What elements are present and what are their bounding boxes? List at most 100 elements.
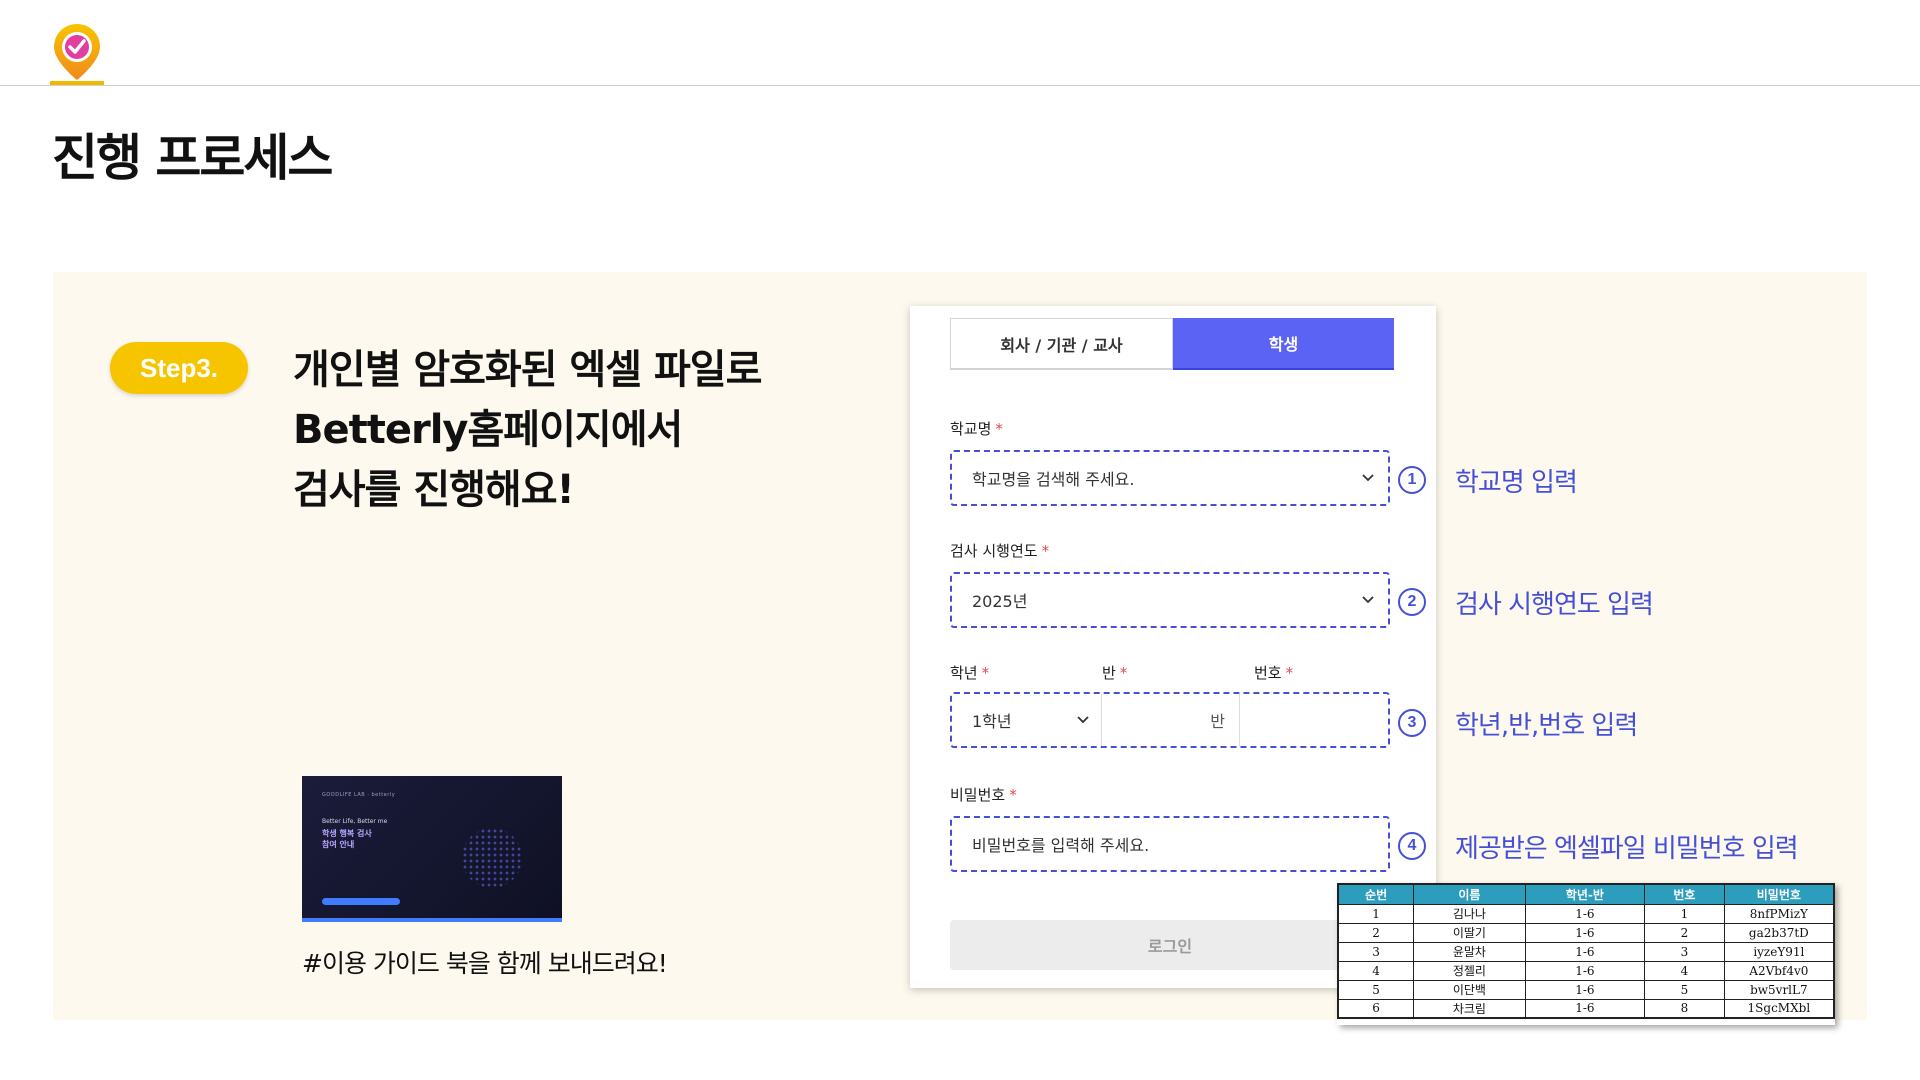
annotation-label: 학교명 입력	[1455, 468, 1578, 498]
school-label: 학교명 *	[950, 418, 1003, 439]
annotation-label: 제공받은 엑셀파일 비밀번호 입력	[1455, 834, 1799, 864]
table-cell: ga2b37tD	[1723, 922, 1835, 943]
table-cell: 이단백	[1413, 979, 1526, 1000]
table-cell: 1-6	[1524, 941, 1646, 962]
number-label: 번호 *	[1254, 662, 1293, 683]
table-cell: 1SgcMXbl	[1723, 998, 1835, 1019]
table-cell: 1-6	[1524, 903, 1646, 924]
chevron-down-icon	[1362, 452, 1374, 504]
table-cell: 4	[1337, 960, 1415, 981]
login-button[interactable]: 로그인	[950, 920, 1390, 970]
thumbnail-button	[322, 898, 400, 905]
header-divider	[0, 85, 1920, 86]
grade-label-text: 학년	[950, 664, 978, 682]
table-cell: 8	[1644, 998, 1725, 1019]
column-header: 비밀번호	[1723, 883, 1835, 905]
thumbnail-title: 학생 행복 검사	[322, 829, 372, 838]
page-title: 진행 프로세스	[52, 129, 333, 187]
step-badge: Step3.	[110, 342, 248, 394]
year-value: 2025년	[972, 592, 1028, 611]
grade-class-number-group: 1학년 반	[950, 692, 1390, 748]
chevron-down-icon	[1077, 694, 1089, 746]
guide-caption: #이용 가이드 북을 함께 보내드려요!	[302, 949, 668, 978]
guide-book-thumbnail: GOODLIFE LAB · betterly Better Life, Bet…	[302, 776, 562, 922]
annotation-label: 학년,반,번호 입력	[1455, 711, 1638, 741]
thumbnail-dot-pattern	[462, 828, 522, 888]
password-label-text: 비밀번호	[950, 786, 1006, 804]
table-row: 6 차크림 1-6 8 1SgcMXbl	[1337, 998, 1835, 1019]
table-cell: 1-6	[1524, 979, 1646, 1000]
table-cell: 6	[1337, 998, 1415, 1019]
column-header: 학년-반	[1524, 883, 1646, 905]
table-cell: 1-6	[1524, 960, 1646, 981]
table-cell: bw5vrlL7	[1723, 979, 1835, 1000]
table-row: 3 윤말차 1-6 3 iyzeY91l	[1337, 941, 1835, 962]
table-cell: 이딸기	[1413, 922, 1526, 943]
class-input[interactable]: 반	[1102, 694, 1240, 746]
grade-value: 1학년	[972, 712, 1012, 731]
headline-line: 검사를 진행해요!	[293, 467, 575, 513]
password-input[interactable]: 비밀번호를 입력해 주세요.	[950, 816, 1390, 872]
year-label-text: 검사 시행연도	[950, 542, 1038, 560]
table-cell: 1-6	[1524, 922, 1646, 943]
class-suffix: 반	[1210, 712, 1225, 731]
required-mark: *	[1119, 664, 1128, 682]
year-label: 검사 시행연도 *	[950, 540, 1049, 561]
required-mark: *	[1285, 664, 1294, 682]
table-row: 5 이단백 1-6 5 bw5vrlL7	[1337, 979, 1835, 1000]
grade-select[interactable]: 1학년	[952, 694, 1102, 746]
required-mark: *	[1009, 786, 1017, 804]
step-number-badge: 1	[1398, 466, 1426, 494]
number-input[interactable]	[1240, 694, 1388, 746]
thumbnail-tagline: Better Life, Better me	[322, 818, 388, 825]
table-row: 4 정젤리 1-6 4 A2Vbf4v0	[1337, 960, 1835, 981]
column-header: 이름	[1413, 883, 1526, 905]
step-number-badge: 4	[1398, 832, 1426, 860]
required-mark: *	[995, 420, 1003, 438]
column-header: 번호	[1644, 883, 1725, 905]
password-table-grid: 순번 이름 학년-반 번호 비밀번호 1 김나나 1-6 1 8nfPMizY …	[1337, 883, 1835, 1019]
table-cell: 4	[1644, 960, 1725, 981]
tab-company-institution-teacher[interactable]: 회사 / 기관 / 교사	[950, 318, 1173, 370]
table-cell: 1-6	[1524, 998, 1646, 1019]
table-cell: 1	[1337, 903, 1415, 924]
required-mark: *	[981, 664, 990, 682]
step-number-badge: 3	[1398, 709, 1426, 737]
step-headline: 개인별 암호화된 엑셀 파일로 Betterly홈페이지에서 검사를 진행해요!	[293, 340, 762, 520]
table-cell: 5	[1337, 979, 1415, 1000]
class-label-text: 반	[1102, 664, 1116, 682]
table-row: 2 이딸기 1-6 2 ga2b37tD	[1337, 922, 1835, 943]
column-header: 순번	[1337, 883, 1415, 905]
table-cell: A2Vbf4v0	[1723, 960, 1835, 981]
thumbnail-brand: GOODLIFE LAB · betterly	[322, 792, 396, 798]
table-header-row: 순번 이름 학년-반 번호 비밀번호	[1337, 883, 1835, 905]
chevron-down-icon	[1362, 574, 1374, 626]
table-cell: 2	[1337, 922, 1415, 943]
class-label: 반 *	[1102, 662, 1127, 683]
school-placeholder: 학교명을 검색해 주세요.	[972, 470, 1135, 489]
password-table: 순번 이름 학년-반 번호 비밀번호 1 김나나 1-6 1 8nfPMizY …	[1337, 883, 1835, 1025]
table-cell: 차크림	[1413, 998, 1526, 1019]
password-placeholder: 비밀번호를 입력해 주세요.	[972, 836, 1150, 855]
password-label: 비밀번호 *	[950, 784, 1017, 805]
school-select[interactable]: 학교명을 검색해 주세요.	[950, 450, 1390, 506]
table-row: 1 김나나 1-6 1 8nfPMizY	[1337, 903, 1835, 924]
table-cell: 8nfPMizY	[1723, 903, 1835, 924]
thumbnail-subtitle: 참여 안내	[322, 840, 355, 849]
required-mark: *	[1041, 542, 1050, 560]
number-label-text: 번호	[1254, 664, 1282, 682]
table-cell: 2	[1644, 922, 1725, 943]
year-select[interactable]: 2025년	[950, 572, 1390, 628]
table-cell: iyzeY91l	[1723, 941, 1835, 962]
headline-line: Betterly홈페이지에서	[293, 407, 683, 453]
table-cell: 3	[1337, 941, 1415, 962]
table-cell: 윤말차	[1413, 941, 1526, 962]
step-number-badge: 2	[1398, 588, 1426, 616]
school-label-text: 학교명	[950, 420, 992, 438]
grade-label: 학년 *	[950, 662, 989, 683]
tab-student[interactable]: 학생	[1173, 318, 1394, 370]
table-cell: 5	[1644, 979, 1725, 1000]
headline-line: 개인별 암호화된 엑셀 파일로	[293, 347, 762, 393]
user-type-tabs: 회사 / 기관 / 교사 학생	[950, 318, 1394, 370]
annotation-label: 검사 시행연도 입력	[1455, 590, 1654, 620]
